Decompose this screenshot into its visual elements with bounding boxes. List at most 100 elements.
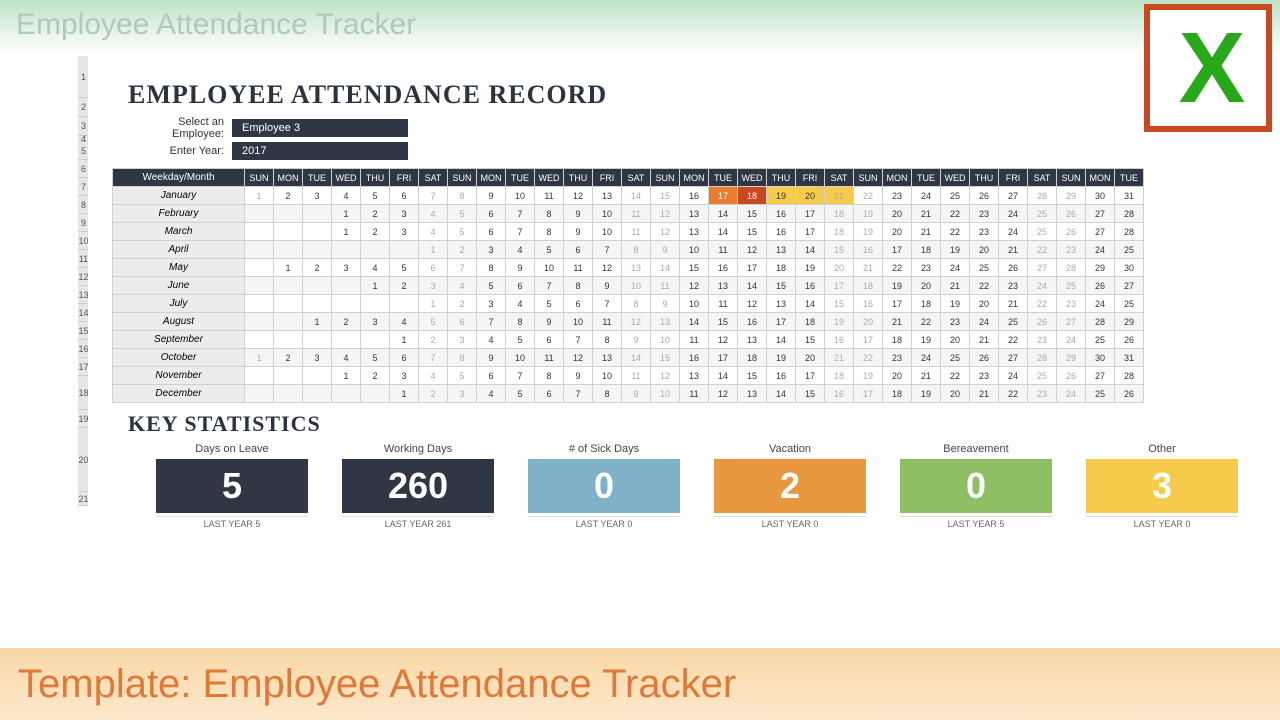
day-cell[interactable]: 24 bbox=[1086, 241, 1115, 259]
day-cell[interactable] bbox=[303, 223, 332, 241]
day-cell[interactable] bbox=[245, 205, 274, 223]
day-cell[interactable]: 2 bbox=[361, 367, 390, 385]
day-cell[interactable]: 14 bbox=[767, 385, 796, 403]
day-cell[interactable]: 25 bbox=[1057, 277, 1086, 295]
day-cell[interactable]: 25 bbox=[999, 313, 1028, 331]
day-cell[interactable]: 26 bbox=[1028, 313, 1057, 331]
day-cell[interactable]: 24 bbox=[912, 349, 941, 367]
day-cell[interactable]: 11 bbox=[622, 205, 651, 223]
day-cell[interactable]: 8 bbox=[506, 313, 535, 331]
day-cell[interactable]: 4 bbox=[332, 187, 361, 205]
month-cell[interactable]: November bbox=[113, 367, 245, 385]
day-cell[interactable]: 9 bbox=[564, 205, 593, 223]
day-cell[interactable]: 2 bbox=[361, 205, 390, 223]
day-cell[interactable]: 16 bbox=[825, 385, 854, 403]
day-cell[interactable]: 2 bbox=[448, 295, 477, 313]
day-cell[interactable] bbox=[332, 277, 361, 295]
day-cell[interactable]: 2 bbox=[419, 331, 448, 349]
day-cell[interactable]: 13 bbox=[680, 205, 709, 223]
day-cell[interactable]: 27 bbox=[999, 349, 1028, 367]
day-cell[interactable]: 9 bbox=[622, 385, 651, 403]
day-cell[interactable]: 5 bbox=[361, 349, 390, 367]
day-cell[interactable] bbox=[303, 205, 332, 223]
day-cell[interactable]: 18 bbox=[738, 349, 767, 367]
day-cell[interactable]: 5 bbox=[535, 295, 564, 313]
day-cell[interactable]: 27 bbox=[1057, 313, 1086, 331]
day-cell[interactable]: 17 bbox=[883, 241, 912, 259]
day-cell[interactable]: 11 bbox=[622, 223, 651, 241]
day-cell[interactable]: 3 bbox=[303, 187, 332, 205]
day-cell[interactable] bbox=[245, 241, 274, 259]
day-cell[interactable]: 25 bbox=[1086, 331, 1115, 349]
day-cell[interactable]: 15 bbox=[825, 295, 854, 313]
day-cell[interactable]: 14 bbox=[767, 331, 796, 349]
day-cell[interactable]: 18 bbox=[883, 331, 912, 349]
day-cell[interactable]: 14 bbox=[796, 241, 825, 259]
day-cell[interactable] bbox=[303, 295, 332, 313]
day-cell[interactable]: 12 bbox=[709, 385, 738, 403]
day-cell[interactable]: 20 bbox=[796, 187, 825, 205]
day-cell[interactable]: 16 bbox=[854, 295, 883, 313]
day-cell[interactable]: 9 bbox=[593, 277, 622, 295]
day-cell[interactable]: 21 bbox=[825, 187, 854, 205]
day-cell[interactable]: 14 bbox=[651, 259, 680, 277]
day-cell[interactable]: 6 bbox=[564, 241, 593, 259]
day-cell[interactable]: 4 bbox=[477, 385, 506, 403]
day-cell[interactable]: 11 bbox=[709, 241, 738, 259]
day-cell[interactable]: 20 bbox=[825, 259, 854, 277]
day-cell[interactable]: 21 bbox=[970, 385, 999, 403]
day-cell[interactable]: 20 bbox=[883, 223, 912, 241]
day-cell[interactable]: 20 bbox=[970, 241, 999, 259]
day-cell[interactable]: 2 bbox=[274, 187, 303, 205]
day-cell[interactable]: 16 bbox=[767, 367, 796, 385]
day-cell[interactable]: 29 bbox=[1086, 259, 1115, 277]
day-cell[interactable]: 22 bbox=[854, 187, 883, 205]
day-cell[interactable]: 28 bbox=[1115, 223, 1144, 241]
day-cell[interactable]: 19 bbox=[854, 223, 883, 241]
day-cell[interactable]: 16 bbox=[738, 313, 767, 331]
day-cell[interactable]: 1 bbox=[361, 277, 390, 295]
day-cell[interactable]: 18 bbox=[912, 295, 941, 313]
day-cell[interactable]: 16 bbox=[680, 349, 709, 367]
day-cell[interactable]: 7 bbox=[593, 295, 622, 313]
day-cell[interactable]: 4 bbox=[361, 259, 390, 277]
day-cell[interactable]: 7 bbox=[477, 313, 506, 331]
day-cell[interactable]: 28 bbox=[1115, 367, 1144, 385]
day-cell[interactable]: 25 bbox=[1028, 367, 1057, 385]
day-cell[interactable]: 6 bbox=[390, 187, 419, 205]
day-cell[interactable]: 30 bbox=[1115, 259, 1144, 277]
day-cell[interactable]: 14 bbox=[622, 187, 651, 205]
day-cell[interactable]: 6 bbox=[506, 277, 535, 295]
day-cell[interactable]: 17 bbox=[767, 313, 796, 331]
day-cell[interactable]: 7 bbox=[506, 367, 535, 385]
day-cell[interactable]: 17 bbox=[883, 295, 912, 313]
day-cell[interactable]: 13 bbox=[593, 187, 622, 205]
day-cell[interactable]: 3 bbox=[477, 241, 506, 259]
day-cell[interactable]: 19 bbox=[767, 349, 796, 367]
day-cell[interactable]: 18 bbox=[854, 277, 883, 295]
day-cell[interactable]: 24 bbox=[1057, 385, 1086, 403]
day-cell[interactable]: 22 bbox=[999, 385, 1028, 403]
day-cell[interactable]: 27 bbox=[1028, 259, 1057, 277]
day-cell[interactable]: 10 bbox=[622, 277, 651, 295]
day-cell[interactable]: 12 bbox=[738, 241, 767, 259]
day-cell[interactable]: 28 bbox=[1115, 205, 1144, 223]
day-cell[interactable] bbox=[332, 295, 361, 313]
day-cell[interactable]: 9 bbox=[535, 313, 564, 331]
day-cell[interactable]: 8 bbox=[448, 187, 477, 205]
day-cell[interactable]: 15 bbox=[738, 223, 767, 241]
day-cell[interactable] bbox=[361, 241, 390, 259]
day-cell[interactable]: 1 bbox=[419, 295, 448, 313]
day-cell[interactable]: 5 bbox=[448, 223, 477, 241]
day-cell[interactable] bbox=[274, 223, 303, 241]
day-cell[interactable]: 23 bbox=[883, 187, 912, 205]
day-cell[interactable]: 13 bbox=[738, 385, 767, 403]
day-cell[interactable]: 27 bbox=[999, 187, 1028, 205]
day-cell[interactable]: 6 bbox=[477, 205, 506, 223]
day-cell[interactable]: 24 bbox=[1057, 331, 1086, 349]
day-cell[interactable]: 21 bbox=[854, 259, 883, 277]
day-cell[interactable]: 21 bbox=[883, 313, 912, 331]
day-cell[interactable]: 4 bbox=[390, 313, 419, 331]
day-cell[interactable]: 2 bbox=[303, 259, 332, 277]
day-cell[interactable]: 19 bbox=[854, 367, 883, 385]
